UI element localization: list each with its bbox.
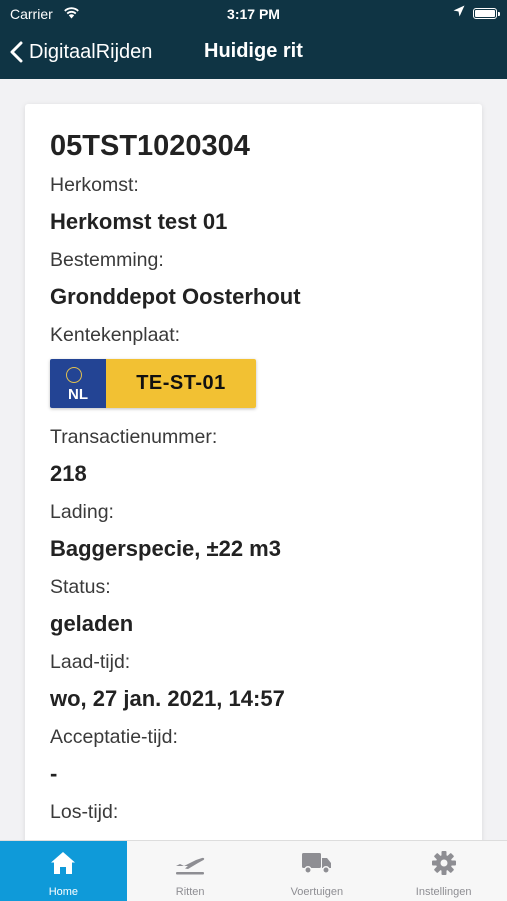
license-plate-label: Kentekenplaat: bbox=[50, 324, 181, 346]
battery-icon bbox=[473, 8, 500, 19]
transaction-number-value: 218 bbox=[50, 461, 87, 486]
airplane-icon bbox=[176, 857, 205, 875]
tab-bar: Home Ritten Voertuigen Instellingen bbox=[0, 840, 507, 901]
tab-ritten[interactable]: Ritten bbox=[127, 841, 254, 901]
clock: 3:17 PM bbox=[227, 6, 280, 22]
cargo-value: Baggerspecie, ±22 m3 bbox=[50, 536, 281, 561]
acceptance-time-label: Acceptatie-tijd: bbox=[50, 726, 178, 748]
trip-id: 05TST1020304 bbox=[50, 130, 250, 162]
status-bar: Carrier 3:17 PM bbox=[0, 0, 507, 28]
page-title: Huidige rit bbox=[204, 40, 303, 62]
home-icon bbox=[51, 852, 76, 874]
back-button[interactable]: DigitaalRijden bbox=[10, 38, 152, 66]
truck-icon bbox=[301, 853, 331, 874]
tab-home-label: Home bbox=[48, 886, 79, 898]
destination-label: Bestemming: bbox=[50, 249, 164, 271]
load-time-value: wo, 27 jan. 2021, 14:57 bbox=[50, 686, 285, 711]
origin-value: Herkomst test 01 bbox=[50, 209, 228, 234]
license-plate: NL TE-ST-01 bbox=[50, 359, 256, 408]
chevron-left-icon bbox=[10, 41, 23, 63]
destination-value: Gronddepot Oosterhout bbox=[50, 284, 301, 309]
acceptance-time-value: - bbox=[50, 761, 58, 786]
transaction-number-label: Transactienummer: bbox=[50, 426, 218, 448]
tab-voertuigen[interactable]: Voertuigen bbox=[254, 841, 381, 901]
location-arrow-icon bbox=[453, 5, 465, 21]
navigation-header: Carrier 3:17 PM DigitaalRijden Huidige r… bbox=[0, 0, 507, 79]
trip-content-scroll[interactable]: 05TST1020304 Herkomst: Herkomst test 01 … bbox=[0, 79, 507, 840]
origin-label: Herkomst: bbox=[50, 174, 139, 196]
plate-country-code: NL bbox=[68, 386, 88, 403]
load-time-label: Laad-tijd: bbox=[50, 651, 131, 673]
status-value: geladen bbox=[50, 611, 134, 636]
eu-stars-icon bbox=[66, 367, 82, 383]
tab-voertuigen-label: Voertuigen bbox=[290, 886, 344, 898]
back-button-label[interactable]: DigitaalRijden bbox=[29, 41, 152, 64]
tab-instellingen[interactable]: Instellingen bbox=[380, 841, 507, 901]
cargo-label: Lading: bbox=[50, 501, 114, 523]
unload-time-label: Los-tijd: bbox=[50, 801, 119, 823]
gear-icon bbox=[431, 851, 456, 875]
trip-card: 05TST1020304 Herkomst: Herkomst test 01 … bbox=[25, 104, 482, 840]
status-label: Status: bbox=[50, 576, 111, 598]
plate-number: TE-ST-01 bbox=[106, 359, 256, 408]
tab-ritten-label: Ritten bbox=[175, 886, 205, 898]
eu-country-band: NL bbox=[50, 359, 106, 408]
tab-home[interactable]: Home bbox=[0, 841, 127, 901]
tab-instellingen-label: Instellingen bbox=[415, 886, 472, 898]
